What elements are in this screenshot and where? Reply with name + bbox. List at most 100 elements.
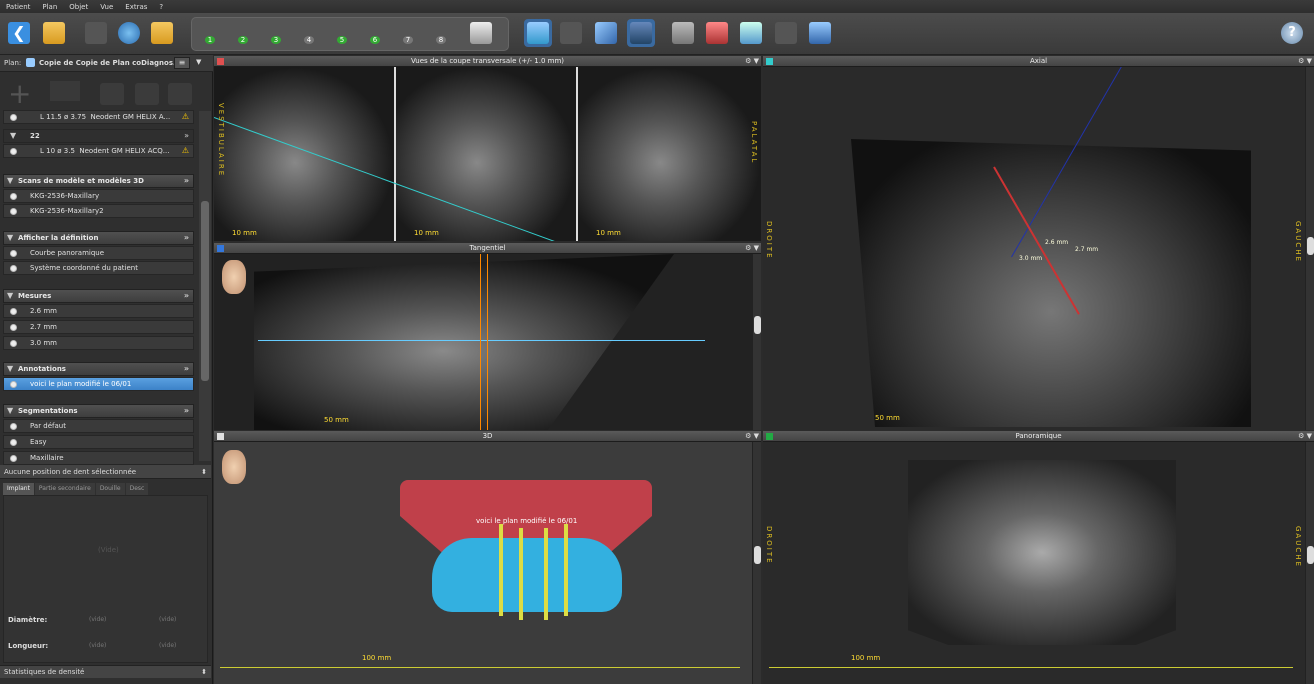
scan-item[interactable]: KKG-2536-Maxillary2 xyxy=(3,204,194,218)
segmentation-item[interactable]: Par défaut xyxy=(3,419,194,433)
step-5-button[interactable]: 5 xyxy=(328,19,356,47)
visibility-icon[interactable] xyxy=(10,423,17,430)
implant-row-2[interactable]: L 10 ø 3.5 Neodent GM HELIX ACQ... ⚠ xyxy=(3,144,194,158)
measure-3-0[interactable]: 3.0 mm xyxy=(1019,255,1042,262)
view3d[interactable]: voici le plan modifié le 06/01 100 mm xyxy=(214,442,761,684)
menu-extras[interactable]: Extras xyxy=(125,3,147,11)
scrollbar-thumb[interactable] xyxy=(1307,546,1314,564)
tab-implant[interactable]: Implant xyxy=(3,483,34,495)
plan-menu-icon[interactable]: ≡ xyxy=(174,57,190,69)
visibility-icon[interactable] xyxy=(10,439,17,446)
definition-item[interactable]: Système coordonné du patient xyxy=(3,261,194,275)
scrollbar-thumb[interactable] xyxy=(754,316,761,334)
view-options-icon[interactable]: ⚙ ▼ xyxy=(745,431,759,442)
remove-disabled-icon xyxy=(168,83,192,105)
scan-item[interactable]: KKG-2536-Maxillary xyxy=(3,189,194,203)
implant-tooth-row[interactable]: ▼ 22 » xyxy=(3,129,194,143)
tab-sleeve[interactable]: Douille xyxy=(95,483,125,495)
measure-item[interactable]: 2.7 mm xyxy=(3,320,194,334)
scrollbar-thumb[interactable] xyxy=(201,201,209,381)
visibility-icon[interactable] xyxy=(10,265,17,272)
annotation-label[interactable]: voici le plan modifié le 06/01 xyxy=(476,517,577,525)
visibility-icon[interactable] xyxy=(10,455,17,462)
collapse-icon[interactable]: ▼ xyxy=(10,131,16,140)
view-options-icon[interactable]: ⚙ ▼ xyxy=(1298,56,1312,67)
transversal-view[interactable]: VESTIBULAIRE PALATAL 10 mm 10 mm 10 mm xyxy=(214,67,761,241)
visibility-icon[interactable] xyxy=(10,381,17,388)
help-button[interactable]: ? xyxy=(1278,19,1306,47)
back-button[interactable]: ❮ xyxy=(5,19,33,47)
tangential-view[interactable]: 50 mm xyxy=(214,254,761,430)
visibility-icon[interactable] xyxy=(10,148,17,155)
segmentation-item[interactable]: Maxillaire xyxy=(3,451,194,465)
implant-tool-button[interactable] xyxy=(524,19,552,47)
plan-name[interactable]: Copie de Copie de Plan coDiagnos... xyxy=(39,59,181,67)
measure-item[interactable]: 2.6 mm xyxy=(3,304,194,318)
menu-objet[interactable]: Objet xyxy=(69,3,88,11)
cube-view-button[interactable] xyxy=(592,19,620,47)
step-6-button[interactable]: 6 xyxy=(361,19,389,47)
open-folder-button[interactable] xyxy=(40,19,68,47)
view3d-scrollbar[interactable] xyxy=(752,442,761,684)
expand-chevron-icon[interactable]: » xyxy=(184,131,189,140)
panoramic-scrollbar[interactable] xyxy=(1305,442,1314,684)
export-button[interactable] xyxy=(806,19,834,47)
section-segmentations[interactable]: ▼ Segmentations » xyxy=(3,404,194,418)
section-annotations[interactable]: ▼ Annotations » xyxy=(3,362,194,376)
head-orientation-icon xyxy=(222,260,246,294)
view-options-icon[interactable]: ⚙ ▼ xyxy=(745,243,759,254)
panoramic-curve-button[interactable] xyxy=(627,19,655,47)
density-stats-bar[interactable]: Statistiques de densité ⬍ xyxy=(0,665,211,678)
tangential-scrollbar[interactable] xyxy=(752,254,761,430)
segmentation-item[interactable]: Easy xyxy=(3,435,194,449)
measure-button[interactable] xyxy=(669,19,697,47)
menu-vue[interactable]: Vue xyxy=(100,3,113,11)
visibility-icon[interactable] xyxy=(10,308,17,315)
measure-2-6[interactable]: 2.6 mm xyxy=(1045,239,1068,246)
left-panel-scrollbar[interactable] xyxy=(199,111,211,461)
menu-patient[interactable]: Patient xyxy=(6,3,30,11)
scrollbar-thumb[interactable] xyxy=(1307,237,1314,255)
visibility-icon[interactable] xyxy=(10,324,17,331)
printer-button[interactable] xyxy=(467,19,495,47)
visibility-icon[interactable] xyxy=(10,250,17,257)
tooth-status-bar[interactable]: Aucune position de dent sélectionnée ⬍ xyxy=(0,465,211,479)
panoramic-view[interactable]: DROITE GAUCHE 100 mm xyxy=(763,442,1314,684)
menu-plan[interactable]: Plan xyxy=(42,3,57,11)
axial-scrollbar[interactable] xyxy=(1305,67,1314,430)
step-8-button[interactable]: 8 xyxy=(427,19,455,47)
visibility-icon[interactable] xyxy=(10,114,17,121)
section-definition[interactable]: ▼ Afficher la définition » xyxy=(3,231,194,245)
back-arrow-icon: ❮ xyxy=(8,22,30,44)
visibility-icon[interactable] xyxy=(10,340,17,347)
definition-item[interactable]: Courbe panoramique xyxy=(3,246,194,260)
definition-item-label: Courbe panoramique xyxy=(30,249,105,257)
measure-item[interactable]: 3.0 mm xyxy=(3,336,194,350)
plan-label: Plan: xyxy=(4,59,22,67)
globe-button[interactable] xyxy=(115,19,143,47)
diameter-max: (vide) xyxy=(159,616,177,623)
implant-row-1[interactable]: L 11.5 ø 3.75 Neodent GM HELIX A... ⚠ xyxy=(3,110,194,124)
plan-dropdown-icon[interactable]: ▼ xyxy=(196,58,201,66)
visibility-icon[interactable] xyxy=(10,193,17,200)
tab-secondary-part[interactable]: Partie secondaire xyxy=(34,483,95,495)
step-7-button[interactable]: 7 xyxy=(394,19,422,47)
step-3-button[interactable]: 3 xyxy=(262,19,290,47)
step-2-button[interactable]: 2 xyxy=(229,19,257,47)
measure-2-7[interactable]: 2.7 mm xyxy=(1075,246,1098,253)
tab-desc[interactable]: Desc xyxy=(125,483,149,495)
step-4-button[interactable]: 4 xyxy=(295,19,323,47)
axial-view[interactable]: 2.6 mm 2.7 mm 3.0 mm DROITE GAUCHE 50 mm xyxy=(763,67,1314,430)
view-options-icon[interactable]: ⚙ ▼ xyxy=(1298,431,1312,442)
step-1-button[interactable]: 1 xyxy=(196,19,224,47)
annotation-item[interactable]: voici le plan modifié le 06/01 xyxy=(3,377,194,391)
delete-measure-button[interactable] xyxy=(703,19,731,47)
scrollbar-thumb[interactable] xyxy=(754,546,761,564)
visibility-icon[interactable] xyxy=(10,208,17,215)
view-options-icon[interactable]: ⚙ ▼ xyxy=(745,56,759,67)
model-button[interactable] xyxy=(737,19,765,47)
section-mesures[interactable]: ▼ Mesures » xyxy=(3,289,194,303)
folder-export-button[interactable] xyxy=(148,19,176,47)
menu-help[interactable]: ? xyxy=(159,3,163,11)
section-scans[interactable]: ▼ Scans de modèle et modèles 3D » xyxy=(3,174,194,188)
